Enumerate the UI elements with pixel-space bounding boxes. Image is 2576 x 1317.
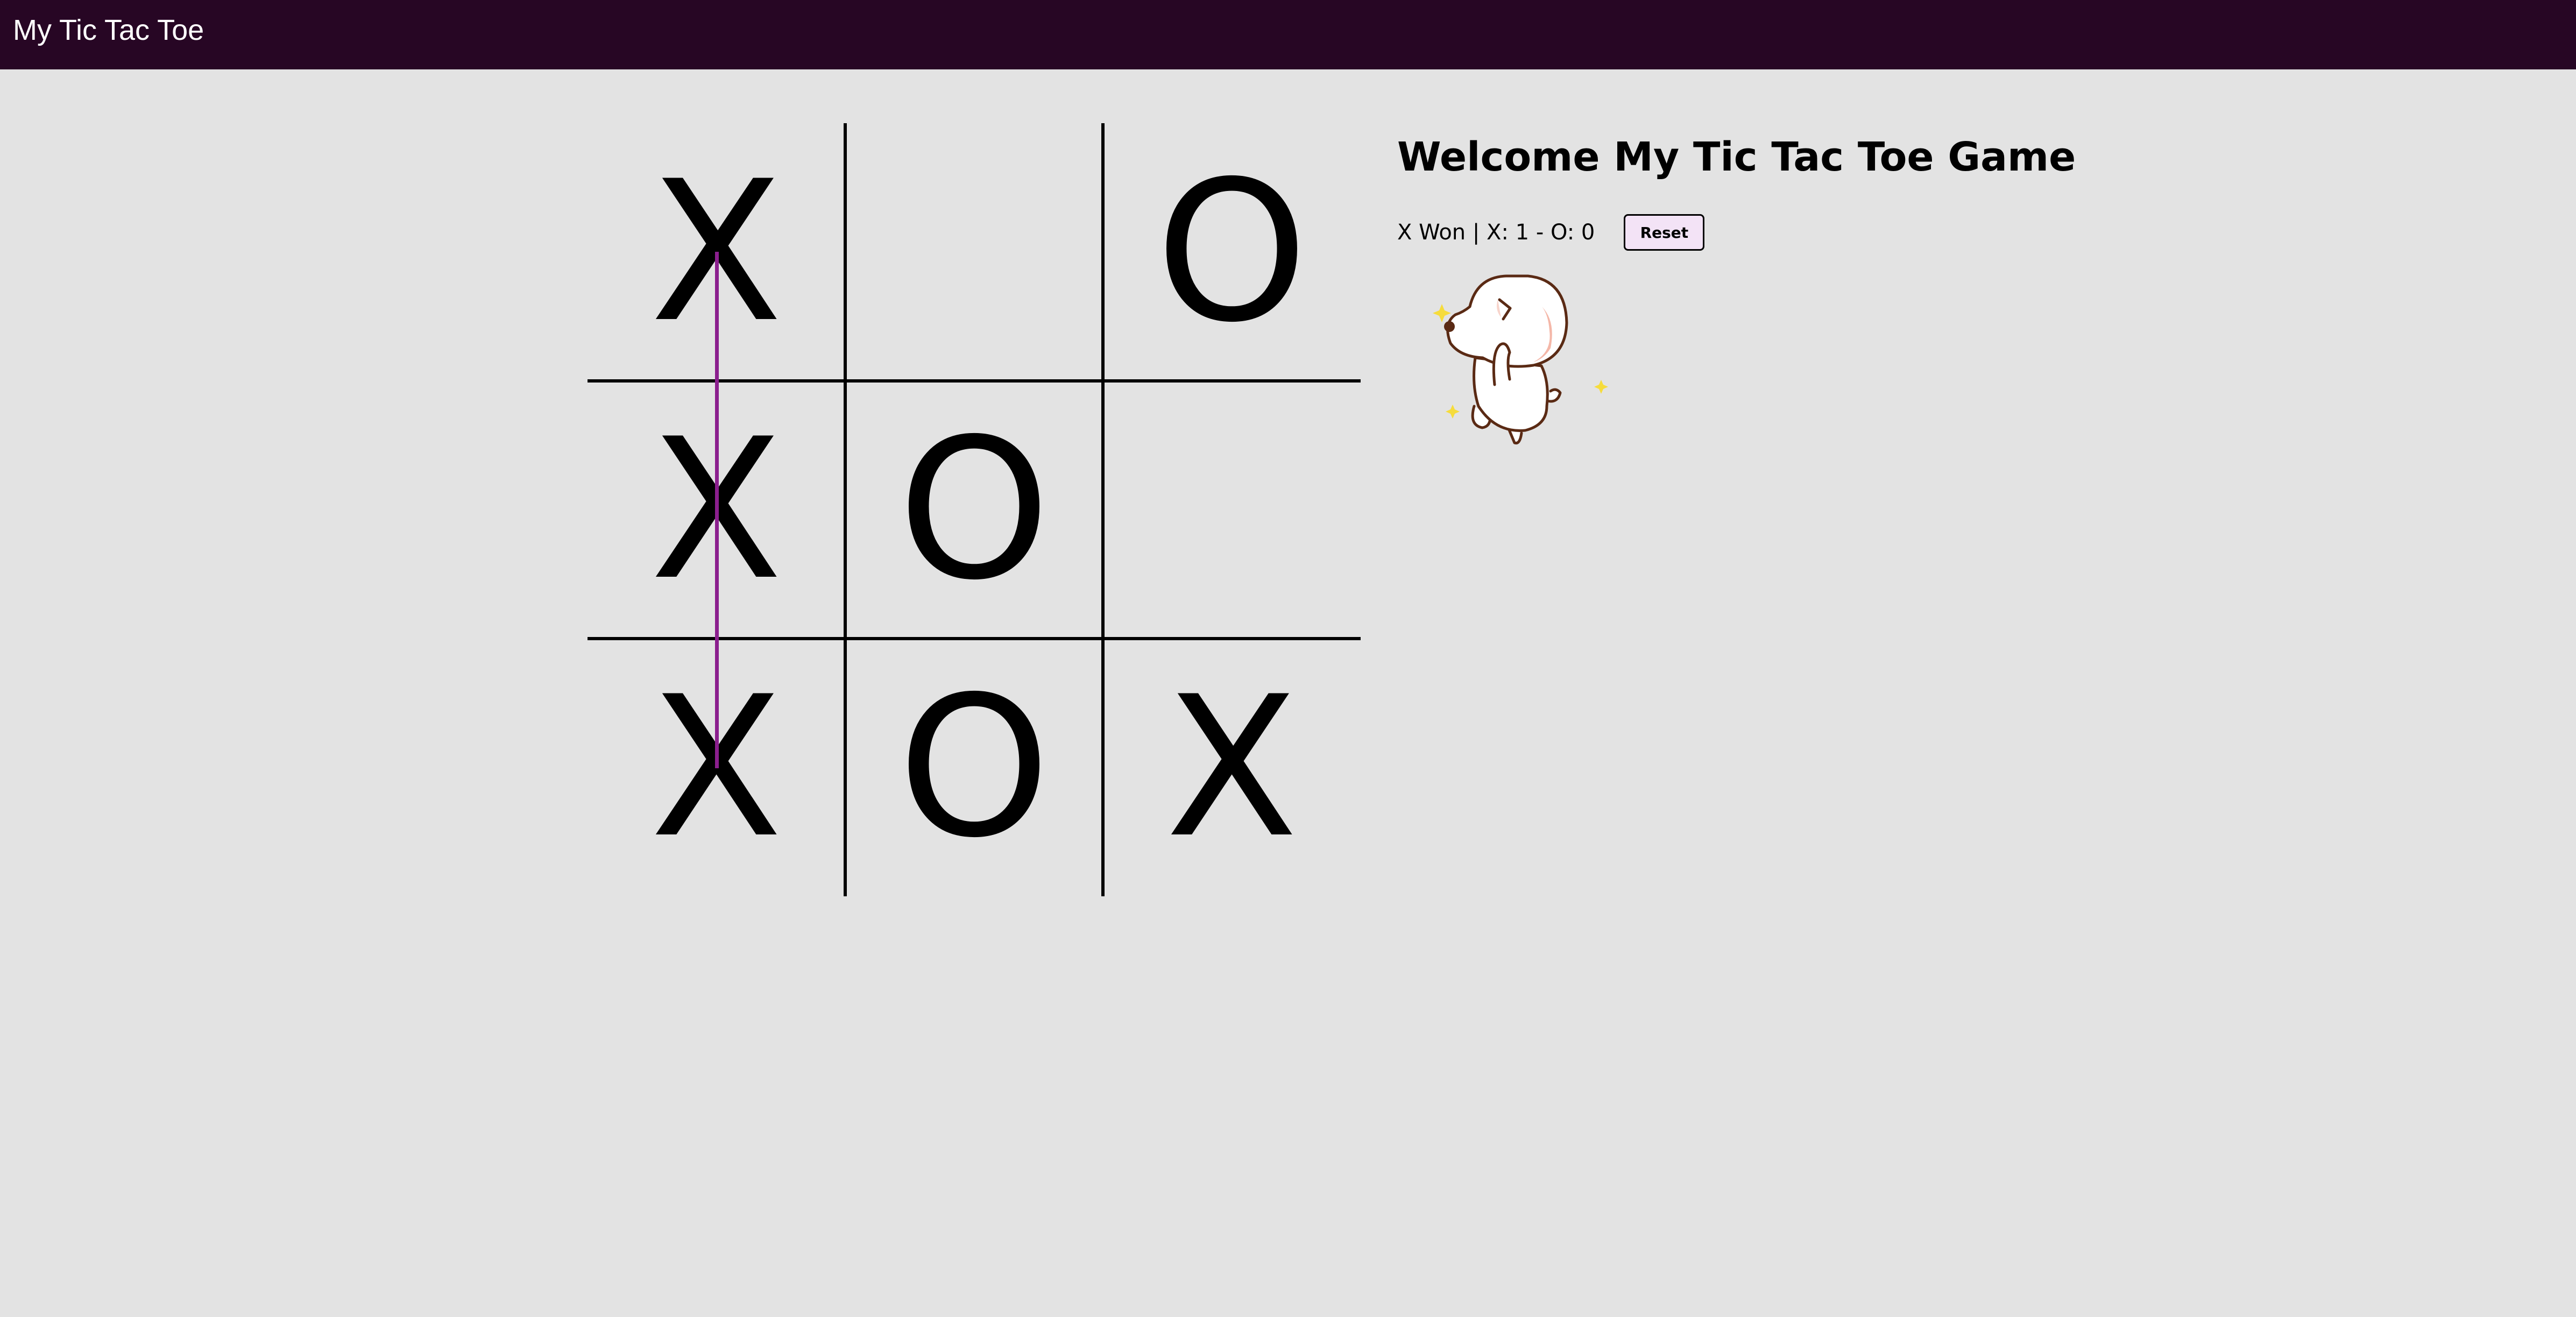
dancing-puppy-icon (1433, 274, 1608, 445)
game-status: X Won | X: 1 - O: 0 (1397, 220, 1595, 245)
game-board: X O X O X O X (588, 123, 1361, 896)
app-header: My Tic Tac Toe (0, 0, 2576, 69)
board-cell-r1c2[interactable] (845, 123, 1103, 381)
app-title: My Tic Tac Toe (13, 14, 204, 46)
status-row: X Won | X: 1 - O: 0 Reset (1397, 214, 1705, 251)
grid-line-vertical-1 (844, 123, 847, 896)
board-cell-r2c3[interactable] (1103, 381, 1361, 639)
reset-button[interactable]: Reset (1624, 214, 1705, 251)
grid-line-horizontal-2 (588, 637, 1361, 640)
board-cell-r2c2[interactable]: O (845, 381, 1103, 639)
board-cell-r3c3[interactable]: X (1103, 639, 1361, 896)
board-cell-r3c2[interactable]: O (845, 639, 1103, 896)
info-panel: Welcome My Tic Tac Toe Game X Won | X: 1… (1397, 133, 2076, 251)
grid-line-horizontal-1 (588, 379, 1361, 383)
winning-line (714, 252, 719, 768)
grid-line-vertical-2 (1101, 123, 1105, 896)
welcome-heading: Welcome My Tic Tac Toe Game (1397, 134, 2076, 180)
eye-icon (1444, 321, 1455, 332)
board-cell-r1c3[interactable]: O (1103, 123, 1361, 381)
